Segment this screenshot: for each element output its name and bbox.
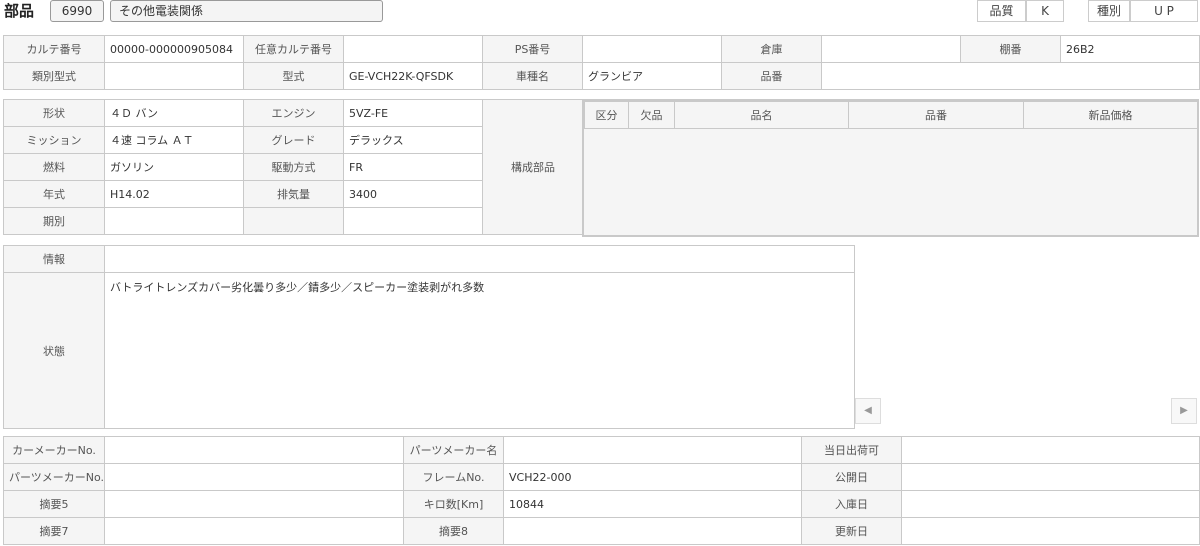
year-value: H14.02 xyxy=(104,180,244,208)
nini-karte-label: 任意カルテ番号 xyxy=(243,35,344,63)
grade-label: グレード xyxy=(243,126,344,154)
karte-no-value: 00000-000000905084 xyxy=(104,35,244,63)
summary7-value xyxy=(104,517,404,545)
ruibetsu-value xyxy=(104,62,244,90)
period-label: 期別 xyxy=(3,207,105,235)
components-table-header: 区分 欠品 品名 品番 新品価格 xyxy=(584,101,1198,129)
info-label: 情報 xyxy=(3,245,105,273)
shelf-label: 棚番 xyxy=(960,35,1061,63)
summary5-label: 摘要5 xyxy=(3,490,105,518)
info-value xyxy=(104,245,855,273)
summary7-label: 摘要7 xyxy=(3,517,105,545)
type-value: U P xyxy=(1130,0,1198,22)
components-col-kubun: 区分 xyxy=(584,101,629,129)
frame-no-label: フレームNo. xyxy=(403,463,504,491)
parts-maker-name-value xyxy=(503,436,802,464)
model-value: GE-VCH22K-QFSDK xyxy=(343,62,483,90)
stock-date-value xyxy=(901,490,1200,518)
same-day-value xyxy=(901,436,1200,464)
release-date-label: 公開日 xyxy=(801,463,902,491)
quality-value: K xyxy=(1026,0,1064,22)
car-name-value: グランビア xyxy=(582,62,722,90)
car-maker-no-value xyxy=(104,436,404,464)
status-label: 状態 xyxy=(3,272,105,429)
type-label: 種別 xyxy=(1088,0,1130,22)
update-date-value xyxy=(901,517,1200,545)
model-label: 型式 xyxy=(243,62,344,90)
parts-maker-no-label: パーツメーカーNo. xyxy=(3,463,105,491)
nini-karte-value xyxy=(343,35,483,63)
shape-value: ４Ｄ バン xyxy=(104,99,244,127)
category-name-field[interactable]: その他電装関係 xyxy=(110,0,383,22)
release-date-value xyxy=(901,463,1200,491)
parts-maker-no-value xyxy=(104,463,404,491)
mission-value: ４速 コラム ＡＴ xyxy=(104,126,244,154)
empty-label xyxy=(243,207,344,235)
vehicle-spec-table: 形状 ４Ｄ バン エンジン 5VZ-FE 構成部品 ミッション ４速 コラム Ａ… xyxy=(3,99,584,235)
summary8-label: 摘要8 xyxy=(403,517,504,545)
engine-value: 5VZ-FE xyxy=(343,99,483,127)
components-col-hinban: 品番 xyxy=(848,101,1024,129)
mileage-label: キロ数[Km] xyxy=(403,490,504,518)
drive-value: FR xyxy=(343,153,483,181)
karte-no-label: カルテ番号 xyxy=(3,35,105,63)
fuel-value: ガソリン xyxy=(104,153,244,181)
ps-no-label: PS番号 xyxy=(482,35,583,63)
status-value: バトライトレンズカバー劣化曇り多少／錆多少／スピーカー塗装剥がれ多数 xyxy=(104,272,855,429)
ps-no-value xyxy=(582,35,722,63)
car-name-label: 車種名 xyxy=(482,62,583,90)
fuel-label: 燃料 xyxy=(3,153,105,181)
part-no-value xyxy=(821,62,1200,90)
components-label: 構成部品 xyxy=(482,99,584,235)
frame-no-value: VCH22-000 xyxy=(503,463,802,491)
stock-date-label: 入庫日 xyxy=(801,490,902,518)
part-no-label: 品番 xyxy=(721,62,822,90)
chevron-right-icon[interactable]: ▶ xyxy=(1171,398,1197,424)
components-col-hinmei: 品名 xyxy=(674,101,849,129)
detail-table: カーメーカーNo. パーツメーカー名 当日出荷可 パーツメーカーNo. フレーム… xyxy=(3,436,1200,545)
warehouse-label: 倉庫 xyxy=(721,35,822,63)
period-value xyxy=(104,207,244,235)
same-day-label: 当日出荷可 xyxy=(801,436,902,464)
update-date-label: 更新日 xyxy=(801,517,902,545)
components-col-price: 新品価格 xyxy=(1023,101,1198,129)
shelf-value: 26B2 xyxy=(1060,35,1200,63)
year-label: 年式 xyxy=(3,180,105,208)
parts-maker-name-label: パーツメーカー名 xyxy=(403,436,504,464)
quality-label: 品質 xyxy=(977,0,1026,22)
engine-label: エンジン xyxy=(243,99,344,127)
mileage-value: 10844 xyxy=(503,490,802,518)
category-code-field[interactable]: 6990 xyxy=(50,0,104,22)
mission-label: ミッション xyxy=(3,126,105,154)
karte-info-table: カルテ番号 00000-000000905084 任意カルテ番号 PS番号 倉庫… xyxy=(3,35,1200,90)
displacement-label: 排気量 xyxy=(243,180,344,208)
page-title: 部品 xyxy=(4,2,35,20)
summary5-value xyxy=(104,490,404,518)
displacement-value: 3400 xyxy=(343,180,483,208)
warehouse-value xyxy=(821,35,961,63)
car-maker-no-label: カーメーカーNo. xyxy=(3,436,105,464)
ruibetsu-label: 類別型式 xyxy=(3,62,105,90)
grade-value: デラックス xyxy=(343,126,483,154)
empty-value xyxy=(343,207,483,235)
info-table: 情報 状態 バトライトレンズカバー劣化曇り多少／錆多少／スピーカー塗装剥がれ多数 xyxy=(3,245,855,429)
components-col-ketsuhin: 欠品 xyxy=(628,101,675,129)
shape-label: 形状 xyxy=(3,99,105,127)
chevron-left-icon[interactable]: ◀ xyxy=(855,398,881,424)
summary8-value xyxy=(503,517,802,545)
drive-label: 駆動方式 xyxy=(243,153,344,181)
